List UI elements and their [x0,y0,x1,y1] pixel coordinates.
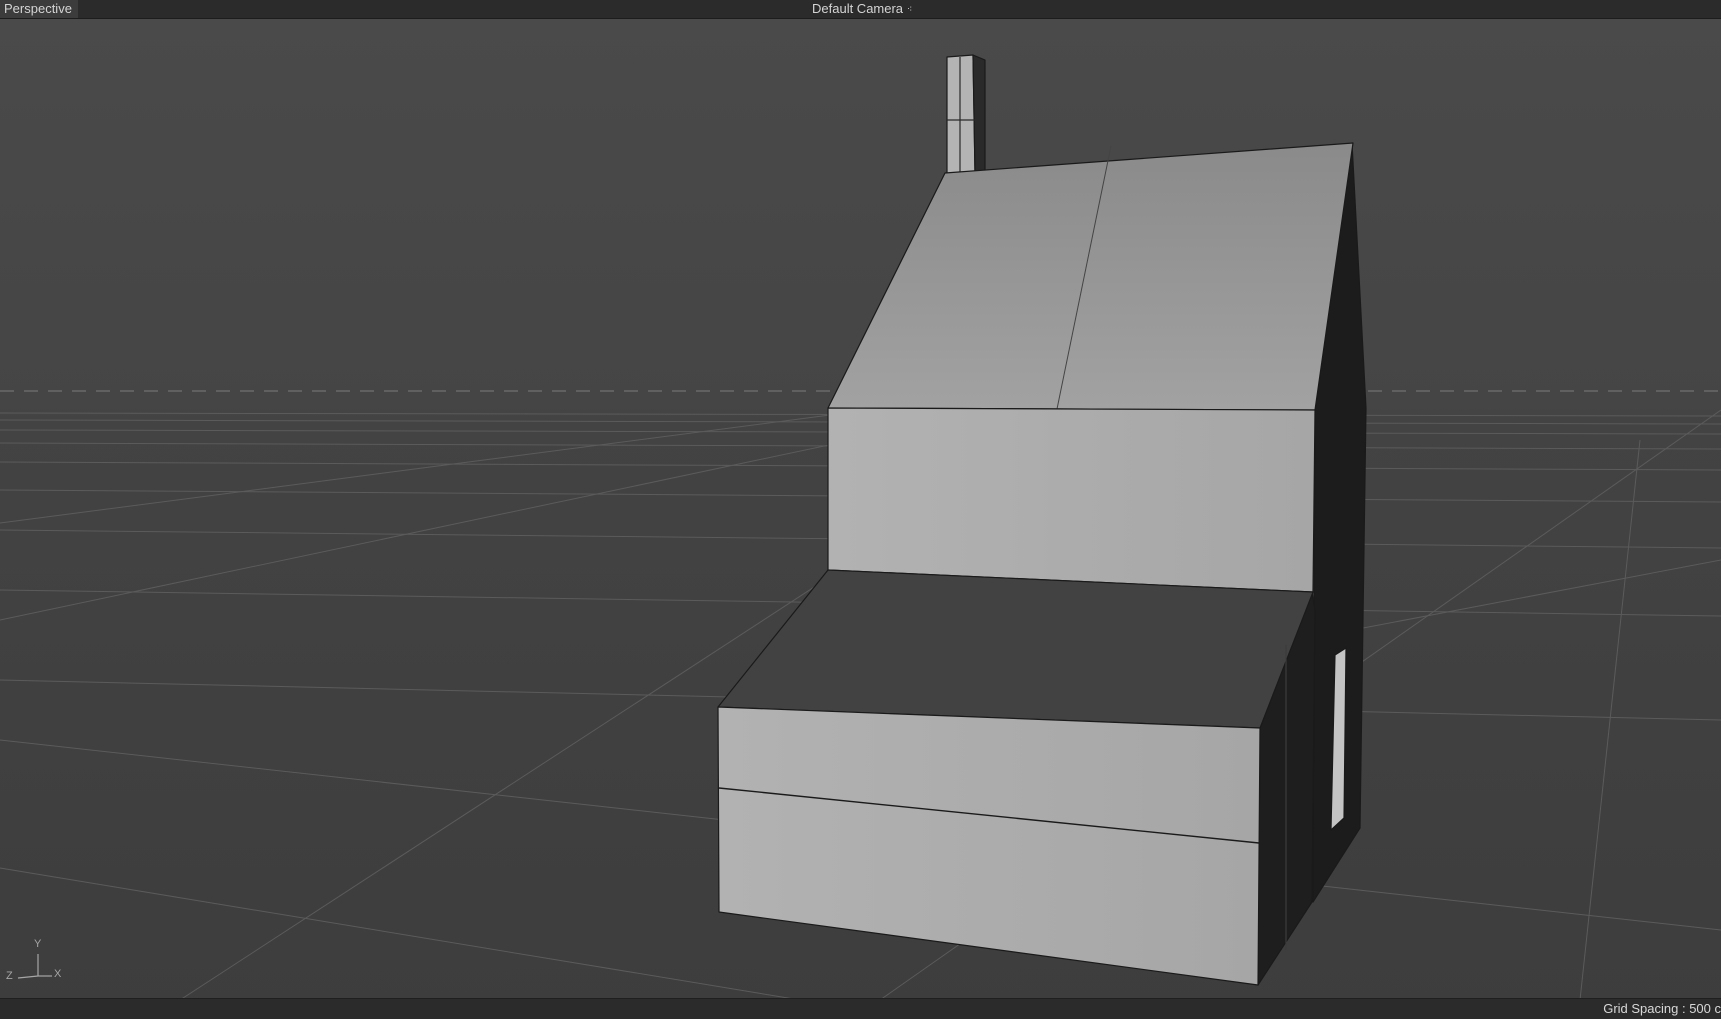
roof [827,142,1354,411]
axis-lines-icon [17,954,52,979]
front-wall-upper [827,407,1316,593]
annex-front-wall [717,706,1261,986]
camera-selector[interactable]: Default Camera ⁖ [812,0,912,18]
camera-label: Default Camera [812,1,904,16]
grid-spacing-readout: Grid Spacing : 500 c [1603,1001,1721,1016]
annex-roof [717,569,1314,729]
status-bar: Grid Spacing : 500 c [0,998,1721,1019]
viewport-header-bar: Perspective Default Camera ⁖ [0,0,1721,19]
view-mode-label[interactable]: Perspective [0,0,78,18]
camera-dots-icon: ⁖ [907,4,913,14]
3d-viewport[interactable] [0,0,1721,1019]
house-model[interactable] [717,54,1367,986]
chimney-front [946,54,976,176]
axis-gizmo: Y Z X [4,938,64,984]
chimney-side [972,54,986,176]
scene-render [0,54,1721,1001]
